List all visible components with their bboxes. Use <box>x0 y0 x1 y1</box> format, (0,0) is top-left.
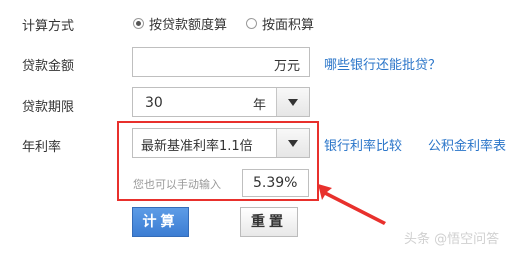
annual-rate-label: 年利率 <box>22 140 62 155</box>
calc-method-label: 计算方式 <box>22 19 75 34</box>
chevron-down-icon <box>288 99 298 106</box>
loan-term-unit: 年 <box>253 98 267 113</box>
reset-button[interactable]: 重置 <box>240 207 298 237</box>
loan-amount-unit: 万元 <box>273 59 300 74</box>
loan-amount-label: 贷款金额 <box>22 59 75 74</box>
radio-by-area-label: 按面积算 <box>262 18 315 33</box>
rate-select[interactable]: 最新基准利率1.1倍 <box>132 128 310 158</box>
radio-by-amount-indicator[interactable] <box>133 18 144 29</box>
provident-fund-rate-link[interactable]: 公积金利率表 <box>428 135 506 154</box>
manual-rate-value[interactable]: 5.39% <box>253 175 297 191</box>
loan-amount-field[interactable]: 万元 <box>132 47 310 77</box>
manual-input-hint: 您也可以手动输入 <box>133 178 221 191</box>
rate-dropdown-button[interactable] <box>276 129 309 157</box>
radio-by-area[interactable]: 按面积算 <box>246 14 314 33</box>
radio-by-amount-label: 按贷款额度算 <box>149 18 228 33</box>
manual-rate-input[interactable]: 5.39% <box>242 169 309 197</box>
bank-rate-compare-link[interactable]: 银行利率比较 <box>324 135 402 154</box>
rate-select-value: 最新基准利率1.1倍 <box>141 139 253 154</box>
red-arrow-icon <box>318 184 386 225</box>
radio-by-amount[interactable]: 按贷款额度算 <box>133 14 227 33</box>
loan-term-select[interactable]: 30 年 <box>132 87 310 117</box>
watermark: 头条 @悟空问答 <box>404 232 500 247</box>
calculate-button[interactable]: 计算 <box>132 207 189 237</box>
loan-term-label: 贷款期限 <box>22 100 75 115</box>
radio-by-area-indicator[interactable] <box>246 18 257 29</box>
loan-term-value: 30 <box>145 95 163 111</box>
chevron-down-icon <box>288 140 298 147</box>
banks-approve-link[interactable]: 哪些银行还能批贷？ <box>324 54 441 73</box>
loan-term-dropdown-button[interactable] <box>276 88 309 116</box>
